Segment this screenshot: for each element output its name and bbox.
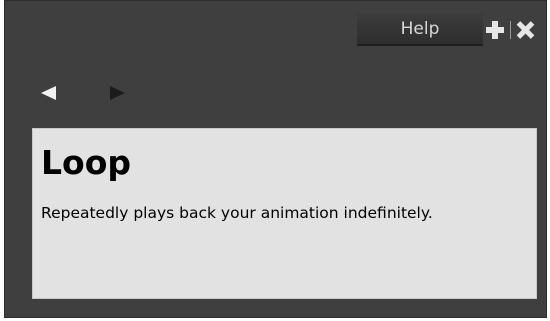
tab-help[interactable]: Help	[357, 13, 483, 46]
triangle-right-icon	[110, 86, 125, 100]
forward-button[interactable]	[110, 84, 134, 102]
tab-actions	[485, 15, 534, 45]
plus-icon[interactable]	[485, 20, 505, 40]
tab-help-label: Help	[400, 18, 440, 39]
help-content-box: Loop Repeatedly plays back your animatio…	[32, 128, 537, 299]
close-icon[interactable]	[516, 21, 534, 39]
help-topic-description: Repeatedly plays back your animation ind…	[41, 204, 433, 222]
triangle-left-icon	[41, 86, 56, 100]
back-button[interactable]	[41, 84, 65, 102]
tab-actions-divider	[510, 21, 511, 39]
help-topic-title: Loop	[41, 143, 131, 182]
help-panel: Help Loop Repeatedly plays back your ani…	[4, 0, 547, 318]
